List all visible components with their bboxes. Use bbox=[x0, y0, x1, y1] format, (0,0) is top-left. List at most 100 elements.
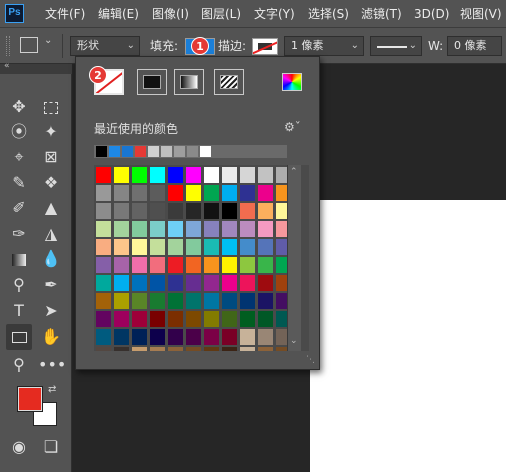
document-canvas[interactable] bbox=[310, 200, 506, 472]
color-swatch[interactable] bbox=[186, 347, 201, 351]
color-swatch[interactable] bbox=[240, 275, 255, 291]
color-swatch[interactable] bbox=[240, 203, 255, 219]
color-swatch[interactable] bbox=[204, 221, 219, 237]
foreground-color[interactable] bbox=[17, 386, 43, 412]
eraser-tool-icon[interactable]: ◮ bbox=[38, 221, 64, 247]
color-swatch[interactable] bbox=[258, 257, 273, 273]
color-swatch[interactable] bbox=[168, 239, 183, 255]
color-swatch[interactable] bbox=[132, 221, 147, 237]
color-swatch[interactable] bbox=[132, 185, 147, 201]
color-swatch[interactable] bbox=[222, 293, 237, 309]
chevron-down-icon[interactable]: ⌄ bbox=[44, 35, 52, 46]
color-swatch[interactable] bbox=[240, 329, 255, 345]
color-swatch[interactable] bbox=[114, 311, 129, 327]
dodge-tool-icon[interactable]: ⚲ bbox=[6, 272, 32, 298]
color-swatch[interactable] bbox=[186, 203, 201, 219]
stroke-width-select[interactable]: 1 像素 ⌄ bbox=[284, 36, 364, 56]
color-swatch[interactable] bbox=[240, 239, 255, 255]
color-swatch[interactable] bbox=[96, 293, 111, 309]
more-tools-icon[interactable]: ••• bbox=[38, 352, 66, 378]
color-swatch[interactable] bbox=[114, 329, 129, 345]
solid-color-button[interactable] bbox=[137, 69, 167, 95]
color-swatch[interactable] bbox=[240, 167, 255, 183]
color-swatch[interactable] bbox=[96, 221, 111, 237]
color-swatch[interactable] bbox=[96, 257, 111, 273]
color-swatch[interactable] bbox=[222, 329, 237, 345]
collapse-icon[interactable]: « bbox=[4, 61, 10, 71]
color-swatch[interactable] bbox=[114, 257, 129, 273]
color-swatch[interactable] bbox=[186, 311, 201, 327]
color-swatch[interactable] bbox=[96, 329, 111, 345]
color-swatch[interactable] bbox=[132, 257, 147, 273]
color-swatch[interactable] bbox=[168, 257, 183, 273]
color-swatch[interactable] bbox=[150, 329, 165, 345]
color-swatch[interactable] bbox=[186, 293, 201, 309]
color-swatch[interactable] bbox=[258, 275, 273, 291]
options-grip[interactable] bbox=[6, 36, 10, 56]
frame-tool-icon[interactable]: ⊠ bbox=[38, 144, 64, 170]
color-swatch[interactable] bbox=[132, 167, 147, 183]
tools-panel-header[interactable]: « bbox=[0, 61, 72, 74]
recent-color-swatch[interactable] bbox=[109, 146, 120, 157]
color-swatch[interactable] bbox=[204, 275, 219, 291]
color-swatch[interactable] bbox=[222, 311, 237, 327]
color-swatch[interactable] bbox=[114, 275, 129, 291]
menu-view[interactable]: 视图(V) bbox=[460, 6, 502, 22]
color-swatch[interactable] bbox=[132, 275, 147, 291]
recent-color-swatch[interactable] bbox=[148, 146, 159, 157]
menu-filter[interactable]: 滤镜(T) bbox=[361, 6, 402, 22]
color-swatch[interactable] bbox=[204, 185, 219, 201]
color-swatch[interactable] bbox=[186, 275, 201, 291]
color-picker-button[interactable] bbox=[282, 73, 302, 91]
color-swatch[interactable] bbox=[240, 257, 255, 273]
color-swatch[interactable] bbox=[222, 167, 237, 183]
swatch-scrollbar[interactable] bbox=[287, 165, 301, 351]
color-swatch[interactable] bbox=[204, 167, 219, 183]
hand-tool-icon[interactable]: ✋ bbox=[38, 324, 64, 350]
menu-file[interactable]: 文件(F) bbox=[45, 6, 85, 22]
color-swatch[interactable] bbox=[96, 167, 111, 183]
color-swatch[interactable] bbox=[240, 221, 255, 237]
color-swatch[interactable] bbox=[222, 239, 237, 255]
stroke-color-swatch[interactable] bbox=[252, 38, 278, 55]
color-swatch[interactable] bbox=[258, 311, 273, 327]
color-swatch[interactable] bbox=[168, 347, 183, 351]
eyedropper-tool-icon[interactable]: ✎ bbox=[6, 170, 32, 196]
move-tool-icon[interactable]: ✥ bbox=[6, 94, 32, 120]
color-swatch[interactable] bbox=[114, 167, 129, 183]
recent-color-swatch[interactable] bbox=[187, 146, 198, 157]
color-swatch[interactable] bbox=[150, 347, 165, 351]
color-swatch[interactable] bbox=[96, 185, 111, 201]
color-swatch[interactable] bbox=[204, 257, 219, 273]
lasso-tool-icon[interactable]: ⦿ bbox=[6, 119, 32, 145]
screen-mode-icon[interactable]: ❏ bbox=[38, 434, 64, 460]
color-swatch[interactable] bbox=[258, 293, 273, 309]
magic-wand-tool-icon[interactable]: ✦ bbox=[38, 119, 64, 145]
color-swatch[interactable] bbox=[150, 221, 165, 237]
tool-preset-icon[interactable] bbox=[20, 37, 38, 53]
blur-tool-icon[interactable]: 💧 bbox=[38, 246, 64, 272]
color-swatch[interactable] bbox=[222, 203, 237, 219]
color-swatch[interactable] bbox=[150, 203, 165, 219]
color-swatch[interactable] bbox=[132, 203, 147, 219]
color-swatch[interactable] bbox=[204, 293, 219, 309]
color-swatch[interactable] bbox=[168, 221, 183, 237]
color-swatch[interactable] bbox=[258, 203, 273, 219]
color-swatch[interactable] bbox=[132, 293, 147, 309]
color-swatch[interactable] bbox=[186, 185, 201, 201]
chevron-down-icon[interactable]: ⌄ bbox=[290, 336, 298, 346]
crop-tool-icon[interactable]: ⌖ bbox=[6, 144, 32, 170]
rectangle-tool-icon[interactable] bbox=[6, 324, 32, 350]
marquee-tool-icon[interactable] bbox=[38, 94, 64, 120]
brush-tool-icon[interactable]: ✐ bbox=[6, 195, 32, 221]
history-brush-tool-icon[interactable]: ✑ bbox=[6, 221, 32, 247]
color-swatch[interactable] bbox=[150, 293, 165, 309]
color-swatch[interactable] bbox=[168, 293, 183, 309]
color-swatch[interactable] bbox=[186, 329, 201, 345]
menu-layer[interactable]: 图层(L) bbox=[201, 6, 241, 22]
color-swatch[interactable] bbox=[168, 311, 183, 327]
recent-color-swatch[interactable] bbox=[122, 146, 133, 157]
menu-type[interactable]: 文字(Y) bbox=[254, 6, 295, 22]
color-swatch[interactable] bbox=[168, 275, 183, 291]
menu-3d[interactable]: 3D(D) bbox=[414, 6, 449, 22]
